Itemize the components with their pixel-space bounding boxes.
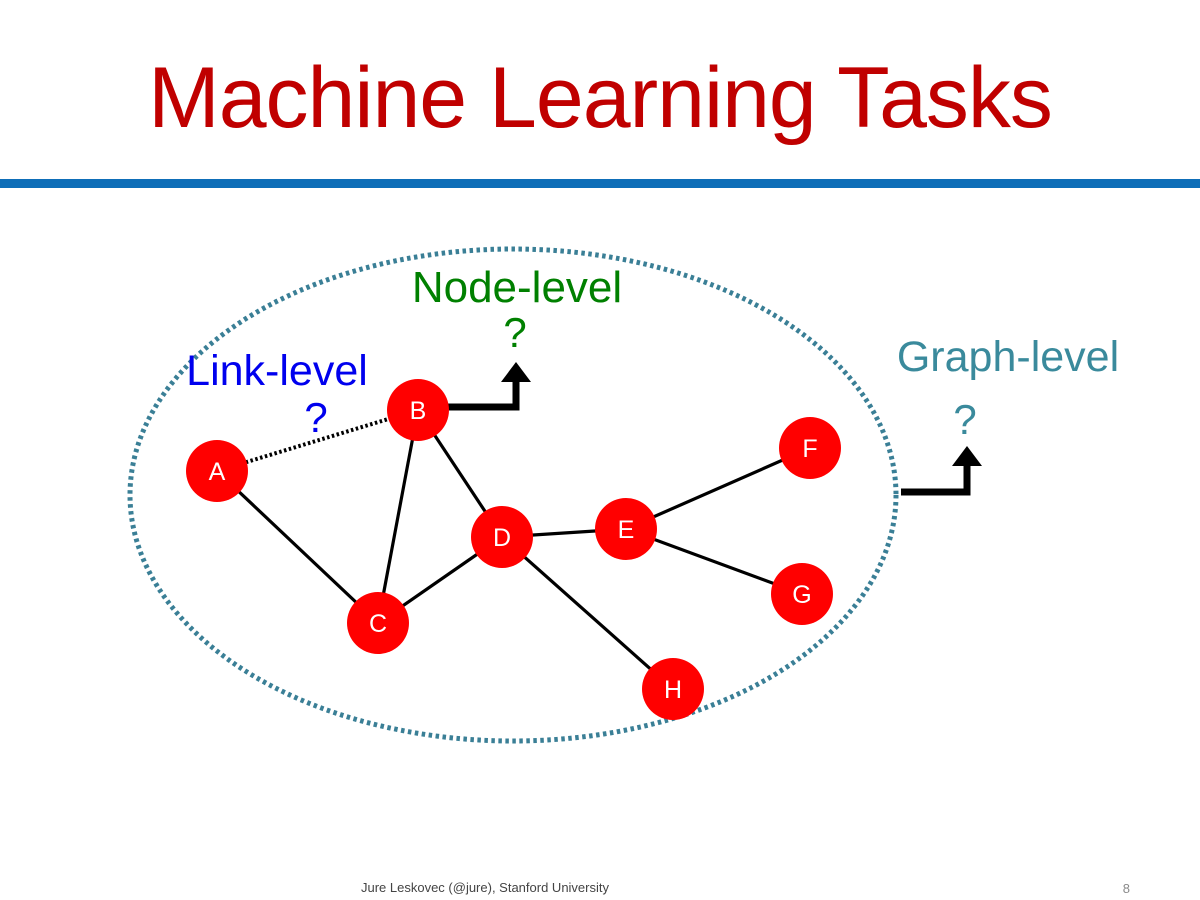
node-b: B (387, 379, 449, 441)
link-level-question: ? (304, 394, 327, 441)
node-e: E (595, 498, 657, 560)
graph-level-label: Graph-level (897, 333, 1119, 381)
node-level-arrow (447, 380, 520, 411)
graph-level-question: ? (953, 396, 976, 443)
node-label: D (493, 524, 511, 552)
node-c: C (347, 592, 409, 654)
node-h: H (642, 658, 704, 720)
edge-d-h (500, 535, 675, 691)
node-label: E (618, 516, 635, 544)
node-label: B (410, 397, 427, 425)
node-a: A (186, 440, 248, 502)
graph-diagram: A B C D E F G H Node-level ? Link-level ? Graph… (127, 246, 1119, 744)
node-level-label: Node-level (412, 263, 622, 312)
node-f: F (779, 417, 841, 479)
node-label: G (792, 581, 811, 609)
nodes-layer: A B C D E F G H (186, 379, 841, 720)
node-level-question: ? (503, 309, 526, 356)
footer-credit: Jure Leskovec (@jure), Stanford Universi… (360, 880, 609, 895)
node-d: D (471, 506, 533, 568)
page-number: 8 (1122, 881, 1130, 896)
link-level-label: Link-level (186, 347, 368, 395)
node-label: C (369, 610, 387, 638)
graph-level-arrow (901, 463, 971, 496)
node-level-arrowhead (501, 362, 531, 382)
node-label: F (802, 435, 817, 463)
edge-a-c (215, 469, 380, 625)
edge-b-c (376, 409, 420, 624)
node-g: G (771, 563, 833, 625)
node-label: A (209, 458, 226, 486)
graph-level-arrowhead (952, 446, 982, 466)
node-label: H (664, 676, 682, 704)
